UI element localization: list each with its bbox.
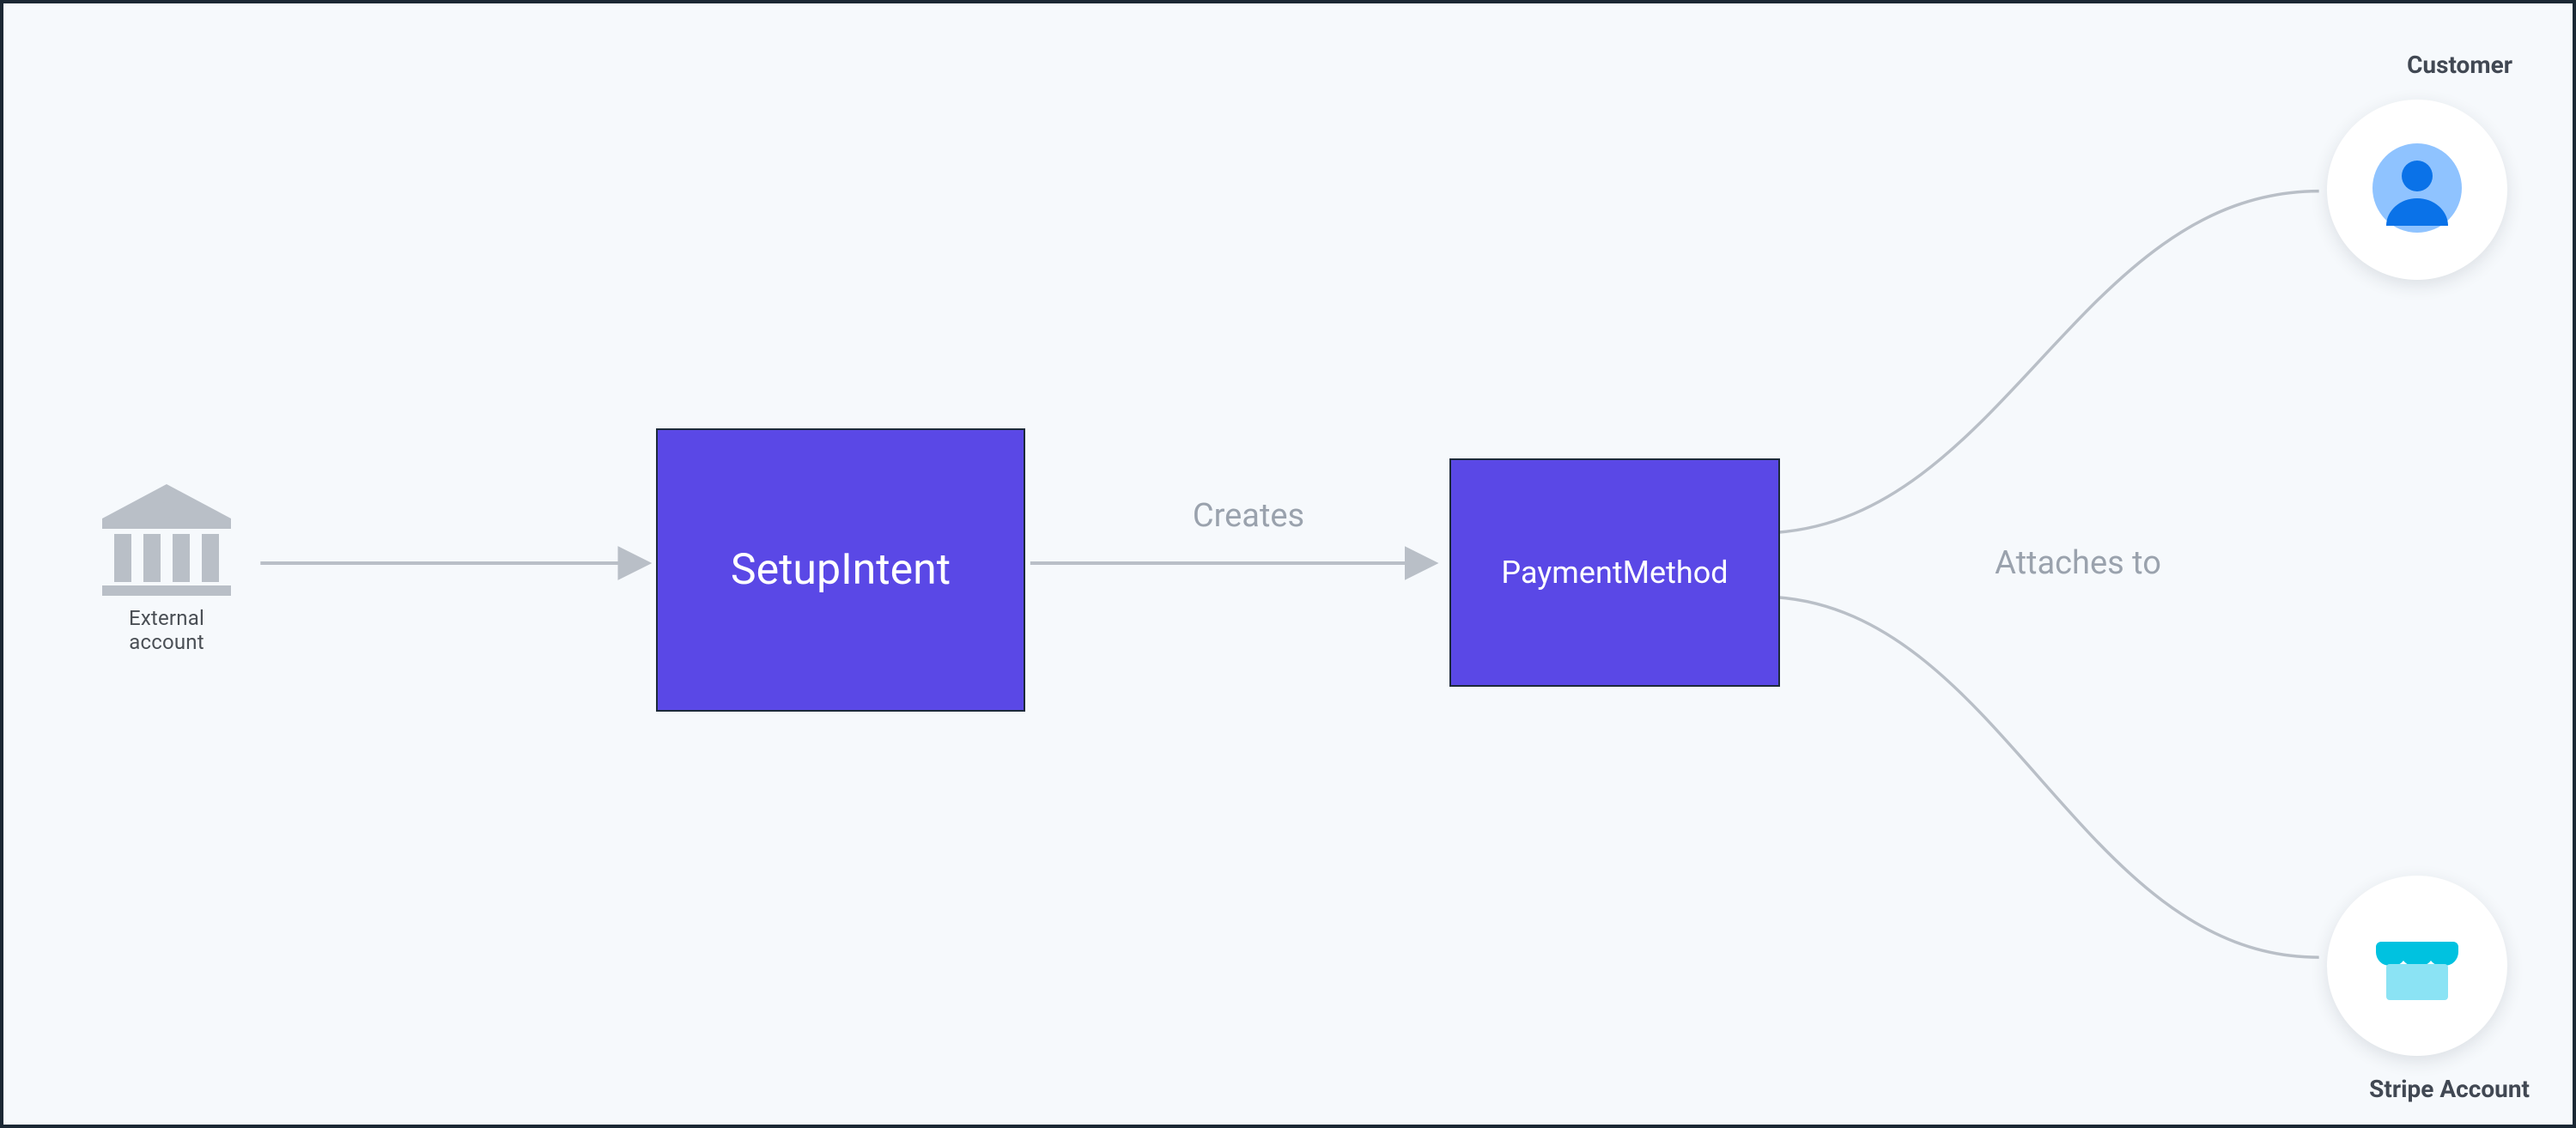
- bank-icon: [98, 484, 235, 596]
- external-account-label: External account: [98, 606, 235, 654]
- node-stripe-account: [2327, 876, 2507, 1056]
- edge-payment-to-stripe: [1777, 597, 2319, 957]
- diagram-stage: External account SetupIntent PaymentMeth…: [3, 3, 2573, 1125]
- edge-label-creates: Creates: [1128, 497, 1369, 535]
- connectors: [3, 3, 2573, 1125]
- setup-intent-label: SetupIntent: [731, 545, 951, 595]
- user-icon: [2366, 136, 2469, 243]
- edge-payment-to-customer: [1777, 191, 2319, 533]
- node-setup-intent: SetupIntent: [656, 428, 1025, 712]
- node-payment-method: PaymentMethod: [1449, 458, 1780, 687]
- stripe-account-label: Stripe Account: [2272, 1075, 2530, 1103]
- store-icon: [2366, 913, 2469, 1019]
- node-customer: [2327, 100, 2507, 280]
- diagram-frame: External account SetupIntent PaymentMeth…: [0, 0, 2576, 1128]
- customer-label: Customer: [2255, 51, 2512, 79]
- payment-method-label: PaymentMethod: [1501, 555, 1728, 591]
- node-external-account: External account: [98, 484, 235, 654]
- edge-label-attaches: Attaches to: [1984, 544, 2172, 582]
